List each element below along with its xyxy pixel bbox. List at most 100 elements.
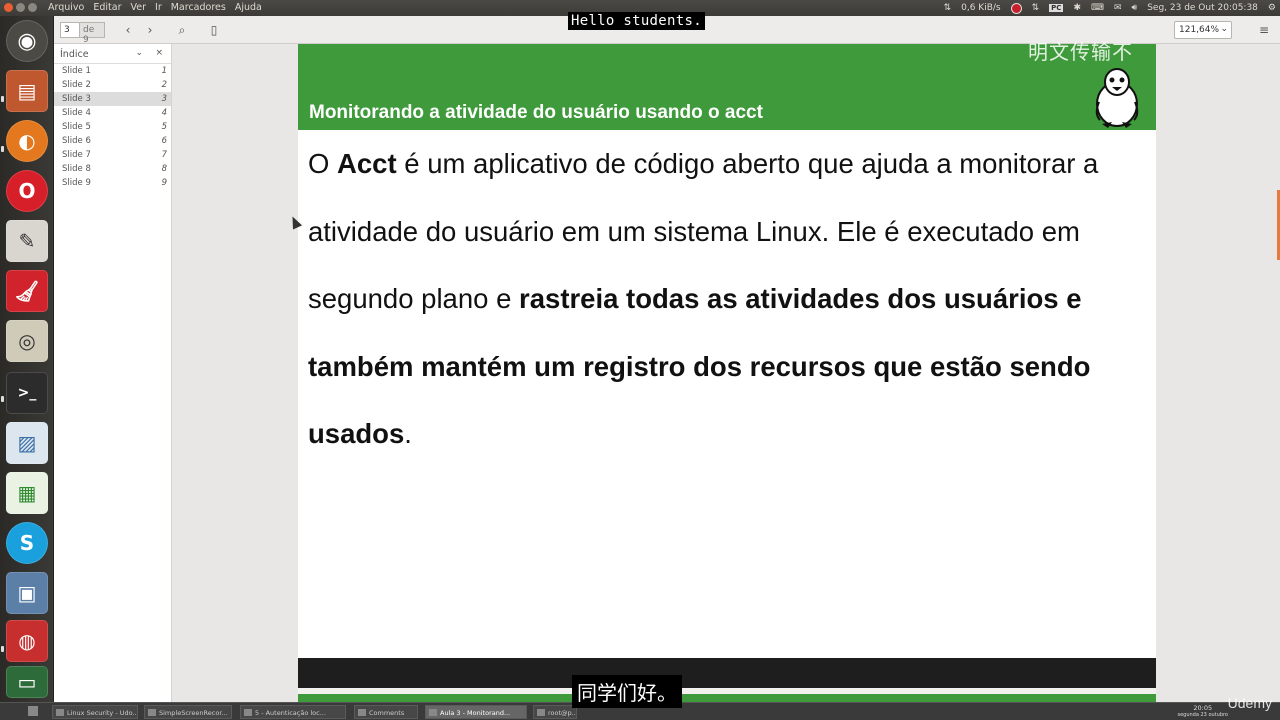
search-icon[interactable]: ⌕: [174, 22, 190, 38]
next-page-icon[interactable]: ›: [142, 22, 158, 38]
menu-ajuda[interactable]: Ajuda: [235, 2, 262, 14]
sidebar-item-page: 6: [161, 136, 167, 146]
sidebar-item-page: 1: [161, 66, 167, 76]
menu-ir[interactable]: Ir: [155, 2, 162, 14]
close-window-button[interactable]: [4, 3, 13, 12]
sidebar-item-label: Slide 7: [62, 150, 91, 160]
running-pip: [1, 146, 4, 152]
indicators: ⇅ 0,6 KiB/s ⇅ PC ✱ ⌨ ✉ 🔊︎ Seg, 23 de Out…: [944, 1, 1276, 15]
sidebar-item-slide-8[interactable]: Slide 8 8: [54, 162, 171, 176]
sidebar-item-slide-9[interactable]: Slide 9 9: [54, 176, 171, 190]
network-arrows-icon[interactable]: ⇅: [944, 3, 952, 13]
slide-title: Monitorando a atividade do usuário usand…: [309, 102, 763, 123]
volume-icon[interactable]: 🔊︎: [1132, 3, 1138, 13]
sidebar-title: Índice: [60, 49, 89, 60]
pdf-reader-icon[interactable]: ◍: [6, 620, 48, 662]
tux-penguin-icon: [1095, 68, 1139, 128]
tray-date: segunda 23 outubro: [1177, 712, 1228, 718]
page-total: de 9: [79, 22, 105, 45]
tray-time: 20:05: [1193, 704, 1213, 712]
subtitle-bottom: 同学们好。: [572, 675, 682, 708]
skype-icon[interactable]: S: [6, 522, 48, 564]
chevron-down-icon[interactable]: ⌄: [135, 48, 143, 58]
slide-page: Monitorando a atividade do usuário usand…: [298, 44, 1156, 658]
sidebar-item-label: Slide 1: [62, 66, 91, 76]
bleachbit-icon[interactable]: 🧹︎: [6, 270, 48, 312]
sidebar-item-slide-7[interactable]: Slide 7 7: [54, 148, 171, 162]
menu-icon[interactable]: ≡: [1256, 22, 1272, 38]
document-background: [1156, 44, 1280, 702]
opera-icon[interactable]: O: [6, 170, 48, 212]
screen: Arquivo Editar Ver Ir Marcadores Ajuda ⇅…: [0, 0, 1280, 720]
page-view-icon[interactable]: ▯: [206, 22, 222, 38]
menu-marcadores[interactable]: Marcadores: [171, 2, 226, 14]
files-icon[interactable]: ▤: [6, 70, 48, 112]
document-background: [172, 44, 298, 702]
workspace-icon[interactable]: ▭: [6, 666, 48, 698]
firefox-icon[interactable]: ◐: [6, 120, 48, 162]
running-pip: [1, 646, 4, 652]
keyboard-icon[interactable]: ⌨: [1091, 3, 1104, 13]
mail-icon[interactable]: ✉: [1114, 3, 1122, 13]
taskbar-item[interactable]: Comments: [354, 705, 418, 719]
previous-page-icon[interactable]: ‹: [120, 22, 136, 38]
maximize-window-button[interactable]: [28, 3, 37, 12]
taskbar-item[interactable]: 5 - Autenticação loc...: [240, 705, 346, 719]
zoom-select[interactable]: 121,64% ⌄: [1174, 21, 1232, 39]
sidebar-item-slide-1[interactable]: Slide 1 1: [54, 64, 171, 78]
slide-text: .: [404, 418, 412, 449]
pc-icon[interactable]: PC: [1049, 4, 1064, 12]
sidebar-item-label: Slide 8: [62, 164, 91, 174]
ubuntu-dash-icon[interactable]: ◉: [6, 20, 48, 62]
clock[interactable]: Seg, 23 de Out 20:05:38: [1147, 3, 1258, 13]
running-pip: [1, 96, 4, 102]
record-icon[interactable]: [1010, 2, 1022, 14]
taskbar-item[interactable]: Linux Security - Udo...: [52, 705, 138, 719]
sidebar-item-page: 7: [161, 150, 167, 160]
sidebar-header[interactable]: Índice ⌄ ×: [54, 44, 171, 64]
sidebar-item-slide-5[interactable]: Slide 5 5: [54, 120, 171, 134]
menu-arquivo[interactable]: Arquivo: [48, 2, 84, 14]
text-editor-icon[interactable]: ✎: [6, 220, 48, 262]
sidebar-item-page: 5: [161, 122, 167, 132]
bluetooth-icon[interactable]: ✱: [1073, 3, 1081, 13]
sidebar-item-slide-4[interactable]: Slide 4 4: [54, 106, 171, 120]
taskbar-item[interactable]: SimpleScreenRecor...: [144, 705, 232, 719]
chevron-down-icon: ⌄: [1220, 24, 1228, 34]
udemy-logo: Udemy: [1227, 695, 1272, 711]
spreadsheet-icon[interactable]: ▦: [6, 472, 48, 514]
sidebar-item-slide-2[interactable]: Slide 2 2: [54, 78, 171, 92]
start-icon[interactable]: [28, 706, 38, 716]
virtualbox-icon[interactable]: ▣: [6, 572, 48, 614]
taskbar-item[interactable]: root@p...: [533, 705, 577, 719]
slide-footer-bar: [298, 658, 1156, 688]
page-number-input[interactable]: 3: [60, 22, 80, 38]
taskbar-item[interactable]: Aula 3 - Monitorand...: [425, 705, 527, 719]
window-controls: [4, 3, 37, 12]
sidebar-item-slide-3[interactable]: Slide 3 3: [54, 92, 171, 106]
sync-arrows-icon[interactable]: ⇅: [1032, 3, 1040, 13]
sidebar-item-label: Slide 2: [62, 80, 91, 90]
index-sidebar: Índice ⌄ × Slide 1 1 Slide 2 2 Slide 3 3 Slide…: [54, 44, 172, 702]
sidebar-item-page: 9: [161, 178, 167, 188]
menu-ver[interactable]: Ver: [131, 2, 147, 14]
menu-editar[interactable]: Editar: [93, 2, 121, 14]
slide-body: O Acct é um aplicativo de código aberto …: [308, 130, 1153, 468]
speaker-icon[interactable]: ◎: [6, 320, 48, 362]
tray-clock[interactable]: 20:05 segunda 23 outubro: [1177, 705, 1228, 719]
sidebar-item-slide-6[interactable]: Slide 6 6: [54, 134, 171, 148]
sidebar-item-page: 2: [161, 80, 167, 90]
sidebar-item-page: 8: [161, 164, 167, 174]
slide-text: O: [308, 148, 338, 179]
terminal-icon[interactable]: >_: [6, 372, 48, 414]
sidebar-item-page: 3: [161, 94, 167, 104]
sidebar-item-label: Slide 4: [62, 108, 91, 118]
net-speed: 0,6 KiB/s: [961, 3, 1001, 13]
gear-icon[interactable]: ⚙: [1268, 3, 1276, 13]
sidebar-item-page: 4: [161, 108, 167, 118]
running-pip: [1, 396, 4, 402]
minimize-window-button[interactable]: [16, 3, 25, 12]
launcher: ◉ ▤ ◐ O ✎ 🧹︎ ◎ >_ ▨ ▦ S ▣ ◍ ▭: [0, 16, 54, 702]
close-icon[interactable]: ×: [155, 48, 163, 58]
image-viewer-icon[interactable]: ▨: [6, 422, 48, 464]
